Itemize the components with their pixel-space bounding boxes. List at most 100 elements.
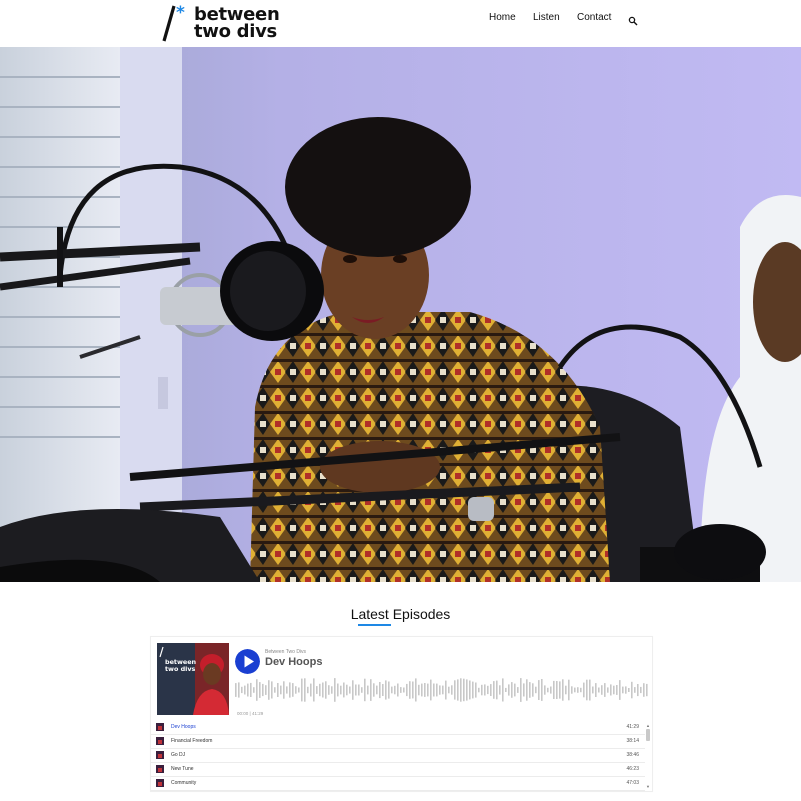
waveform-bar (259, 682, 261, 698)
waveform-bar (538, 680, 540, 700)
episode-thumbnail (156, 737, 164, 745)
waveform-bar (379, 682, 381, 699)
waveform-bar (601, 685, 603, 695)
audio-waveform[interactable] (235, 676, 649, 704)
waveform-bar (490, 684, 492, 696)
waveform-bar (646, 683, 648, 697)
episode-row-title: Financial Freedom (171, 738, 213, 744)
episode-row-title: Go DJ (171, 752, 186, 758)
waveform-bar (337, 683, 339, 697)
waveform-bar (343, 682, 345, 698)
waveform-bar (628, 688, 630, 692)
waveform-bar (334, 678, 336, 702)
waveform-bar (631, 681, 633, 699)
waveform-bar (559, 681, 561, 699)
waveform-bar (292, 683, 294, 697)
hero-image (0, 47, 801, 582)
waveform-bar (283, 681, 285, 699)
episode-row[interactable]: New Tune 46:23 (151, 763, 645, 777)
waveform-bar (511, 682, 513, 698)
waveform-bar (265, 685, 267, 695)
waveform-bar (454, 680, 456, 700)
episode-row-duration: 41:29 (626, 724, 639, 730)
episode-thumbnail (156, 779, 164, 787)
episode-row-duration: 46:23 (626, 766, 639, 772)
episode-thumbnail (156, 723, 164, 731)
waveform-bar (394, 685, 396, 695)
episode-row-duration: 47:03 (626, 780, 639, 786)
episode-row[interactable]: Financial Freedom 38:14 (151, 735, 645, 749)
play-button[interactable] (235, 649, 260, 674)
episode-row-duration: 38:46 (626, 752, 639, 758)
waveform-bar (235, 683, 237, 697)
logo-line-2: two divs (194, 21, 277, 42)
waveform-bar (250, 682, 252, 697)
hero-podcast-studio-photo (0, 47, 801, 582)
waveform-bar (544, 685, 546, 695)
waveform-bar (580, 687, 582, 693)
nav-link-home[interactable]: Home (489, 12, 516, 23)
episode-thumbnail (156, 751, 164, 759)
scrollbar-thumb[interactable] (646, 729, 650, 741)
waveform-bar (289, 682, 291, 698)
waveform-bar (280, 685, 282, 695)
waveform-bar (547, 687, 549, 693)
scroll-down-icon[interactable]: ▼ (645, 784, 651, 789)
scroll-up-icon[interactable]: ▲ (645, 723, 651, 728)
waveform-bar (472, 681, 474, 699)
episode-list-scrollbar[interactable]: ▲ ▼ (645, 723, 651, 789)
elapsed-time: 00:00 (237, 711, 249, 716)
waveform-bar (373, 683, 375, 697)
search-icon[interactable] (628, 16, 638, 26)
site-logo[interactable]: * between two divs (162, 5, 282, 43)
waveform-bar (475, 682, 477, 698)
waveform-bar (295, 686, 297, 694)
waveform-bar (307, 686, 309, 694)
waveform-bar (553, 680, 555, 699)
waveform-bar (430, 679, 432, 701)
waveform-bar (451, 685, 453, 695)
waveform-bar (331, 686, 333, 694)
waveform-bar (421, 683, 423, 697)
episode-row[interactable]: Dev Hoops 41:29 (151, 721, 645, 735)
waveform-bar (253, 687, 255, 693)
cover-logo-line-2: two divs (165, 665, 196, 673)
waveform-bar (304, 678, 306, 702)
waveform-bar (568, 679, 570, 701)
waveform-bar (586, 679, 588, 701)
waveform-bar (523, 683, 525, 697)
waveform-bar (313, 678, 315, 702)
waveform-bar (445, 680, 447, 700)
waveform-bar (541, 679, 543, 701)
site-header: * between two divs Home Listen Contact (0, 0, 801, 47)
episode-row[interactable]: Go DJ 38:46 (151, 749, 645, 763)
waveform-bar (355, 684, 357, 696)
waveform-bar (238, 682, 240, 698)
waveform-bar (244, 685, 246, 695)
waveform-bar (319, 683, 321, 697)
waveform-bar (643, 683, 645, 697)
waveform-bar (610, 684, 612, 696)
episode-row[interactable]: Community 47:03 (151, 777, 645, 791)
waveform-bar (310, 683, 312, 697)
episode-row-title: Dev Hoops (171, 724, 196, 730)
waveform-bar (427, 683, 429, 697)
waveform-bar (361, 687, 363, 693)
waveform-bar (526, 679, 528, 701)
episode-row-title: New Tune (171, 766, 194, 772)
waveform-bar (481, 684, 483, 696)
waveform-bar (448, 686, 450, 694)
nav-link-listen[interactable]: Listen (533, 12, 560, 23)
waveform-bar (493, 681, 495, 699)
waveform-bar (328, 685, 330, 695)
waveform-bar (268, 680, 270, 700)
waveform-bar (256, 679, 258, 701)
waveform-bar (607, 687, 609, 693)
waveform-bar (502, 678, 504, 702)
waveform-bar (403, 687, 405, 693)
waveform-bar (400, 687, 402, 693)
waveform-bar (247, 683, 249, 697)
waveform-bar (508, 684, 510, 696)
nav-link-contact[interactable]: Contact (577, 12, 611, 23)
waveform-bar (478, 687, 480, 693)
